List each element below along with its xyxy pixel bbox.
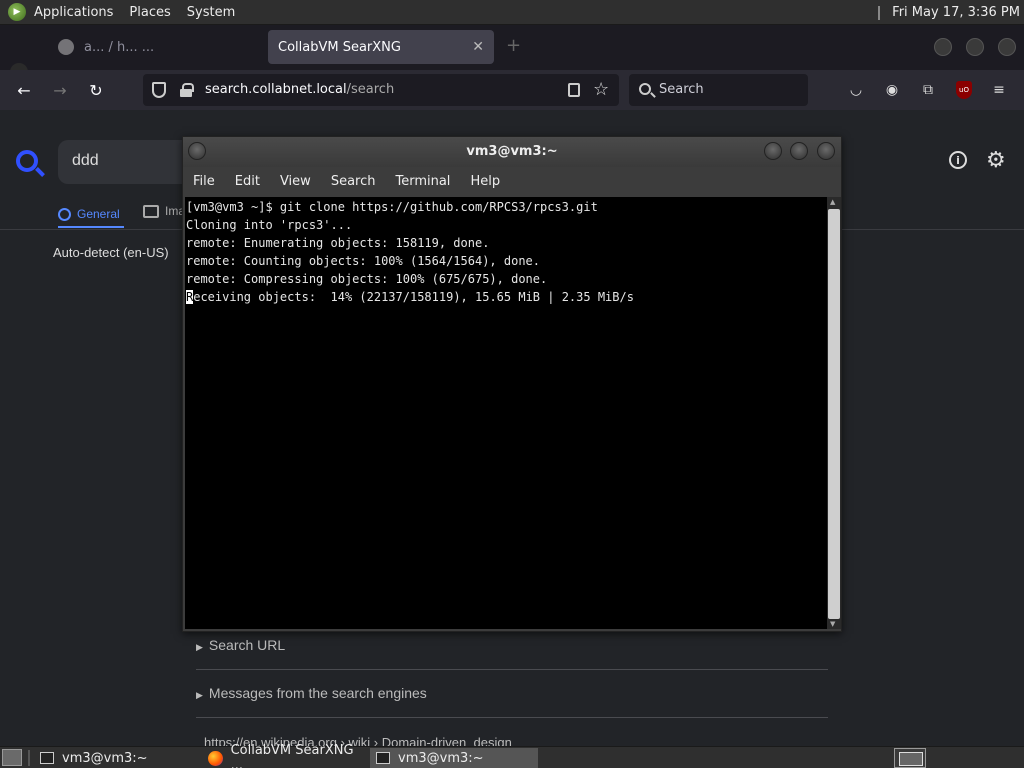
menu-help[interactable]: Help [460, 174, 510, 189]
url-bar[interactable]: search.collabnet.local/search ☆ [143, 74, 619, 106]
search-url-label: Search URL [208, 637, 286, 653]
terminal-line: Cloning into 'rpcs3'... [186, 218, 353, 232]
reader-view-icon[interactable] [568, 83, 580, 97]
tab-github[interactable]: a... / h... ... [48, 30, 258, 64]
scroll-up-arrow-icon[interactable]: ▲ [830, 198, 835, 206]
menu-view[interactable]: View [270, 174, 321, 189]
image-icon [143, 204, 159, 218]
menu-terminal[interactable]: Terminal [385, 174, 460, 189]
maximize-window-button[interactable] [966, 38, 984, 56]
engine-messages-label: Messages from the search engines [208, 685, 427, 701]
tab-searxng-title: CollabVM SearXNG [278, 39, 401, 55]
lock-icon[interactable] [180, 83, 194, 97]
terminal-line-current: Receiving objects: 14% (22137/158119), 1… [186, 288, 634, 306]
task-label: vm3@vm3:~ [398, 750, 484, 766]
terminal-icon [376, 752, 390, 764]
bookmark-star-icon[interactable]: ☆ [593, 79, 609, 100]
searxng-logo-icon[interactable] [16, 150, 38, 172]
close-tab-icon[interactable]: ✕ [472, 39, 484, 55]
applications-menu-label: Applications [34, 4, 114, 20]
terminal-maximize-button[interactable] [790, 142, 808, 160]
tab-general-label: General [77, 207, 120, 221]
terminal-output[interactable]: [vm3@vm3 ~]$ git clone https://github.co… [185, 197, 827, 629]
expand-triangle-icon: ▶ [196, 642, 203, 652]
task-firefox[interactable]: CollabVM SearXNG ... [202, 743, 366, 768]
terminal-line: remote: Enumerating objects: 158119, don… [186, 236, 490, 250]
task-terminal-2[interactable]: vm3@vm3:~ [370, 748, 538, 768]
pocket-icon[interactable]: ◡ [847, 81, 865, 99]
forward-arrow-icon[interactable]: → [49, 79, 71, 101]
info-icon[interactable]: i [949, 151, 967, 169]
minimize-window-button[interactable] [934, 38, 952, 56]
browser-tab-strip: a... / h... ... CollabVM SearXNG ✕ + [0, 25, 1024, 81]
task-label: CollabVM SearXNG ... [230, 743, 354, 768]
terminal-window[interactable]: vm3@vm3:~ File Edit View Search Terminal… [182, 136, 842, 632]
terminal-line-rest: eceiving objects: 14% (22137/158119), 15… [193, 290, 634, 304]
gear-icon[interactable]: ⚙ [986, 148, 1006, 173]
tab-general[interactable]: General [58, 202, 124, 228]
top-panel: ▶ Applications Places System Fri May 17,… [0, 0, 1024, 25]
close-window-button[interactable] [998, 38, 1016, 56]
language-selector[interactable]: Auto-detect (en-US) [53, 245, 169, 260]
clock-label: Fri May 17, 3:36 PM [892, 5, 1020, 20]
system-menu[interactable]: System [179, 0, 243, 25]
task-label: vm3@vm3:~ [62, 750, 148, 766]
search-url-section[interactable]: ▶ Search URL [196, 637, 828, 653]
extensions-icon[interactable]: ⧉ [919, 81, 937, 99]
search-icon [639, 83, 651, 95]
hamburger-menu-icon[interactable]: ≡ [990, 81, 1008, 99]
tab-github-title: a... / h... ... [84, 39, 155, 55]
new-tab-icon[interactable]: + [506, 35, 521, 56]
search-query-input[interactable]: ddd [58, 140, 198, 184]
search-placeholder: Search [659, 82, 704, 97]
account-icon[interactable]: ◉ [883, 81, 901, 99]
terminal-line: remote: Counting objects: 100% (1564/156… [186, 254, 541, 268]
url-path: /search [346, 82, 395, 97]
expand-triangle-icon: ▶ [196, 690, 203, 700]
tab-images[interactable]: Ima [143, 204, 185, 218]
workspace-switcher[interactable] [894, 748, 926, 768]
places-menu[interactable]: Places [121, 0, 178, 25]
terminal-menubar: File Edit View Search Terminal Help [183, 167, 841, 196]
terminal-line: [vm3@vm3 ~]$ git clone https://github.co… [186, 200, 598, 214]
bottom-taskbar: vm3@vm3:~ CollabVM SearXNG ... vm3@vm3:~ [0, 743, 1024, 768]
terminal-close-button[interactable] [817, 142, 835, 160]
applications-icon: ▶ [8, 3, 26, 21]
menu-search[interactable]: Search [321, 174, 386, 189]
terminal-scrollbar[interactable]: ▲ ▼ [827, 197, 841, 629]
scroll-down-arrow-icon[interactable]: ▼ [830, 620, 835, 628]
search-bar[interactable]: Search [629, 74, 808, 106]
menu-edit[interactable]: Edit [225, 174, 270, 189]
engine-messages-section[interactable]: ▶ Messages from the search engines [196, 685, 828, 701]
terminal-icon [40, 752, 54, 764]
general-search-icon [58, 207, 71, 221]
navigation-toolbar: ← → ↻ search.collabnet.local/search ☆ Se… [0, 70, 1024, 110]
url-host: search.collabnet.local [205, 82, 347, 97]
section-divider [196, 717, 828, 718]
clock[interactable]: Fri May 17, 3:36 PM [878, 0, 1024, 25]
tab-searxng[interactable]: CollabVM SearXNG ✕ [268, 30, 494, 64]
show-desktop-button[interactable] [2, 749, 22, 766]
github-icon [58, 39, 74, 55]
back-arrow-icon[interactable]: ← [13, 79, 35, 101]
panel-separator [878, 5, 881, 20]
menu-file[interactable]: File [183, 174, 225, 189]
task-terminal-1[interactable]: vm3@vm3:~ [34, 748, 198, 768]
scrollbar-thumb[interactable] [828, 209, 840, 619]
tracking-protection-shield-icon[interactable] [152, 82, 166, 98]
terminal-title: vm3@vm3:~ [466, 144, 558, 159]
taskbar-grip [28, 750, 30, 766]
terminal-line: remote: Compressing objects: 100% (675/6… [186, 272, 548, 286]
firefox-icon [208, 750, 223, 766]
url-text[interactable]: search.collabnet.local/search [205, 82, 394, 97]
reload-icon[interactable]: ↻ [85, 79, 107, 101]
section-divider [196, 669, 828, 670]
ublock-origin-icon[interactable]: uO [956, 81, 972, 99]
applications-menu[interactable]: ▶ Applications [0, 0, 121, 25]
terminal-minimize-button[interactable] [764, 142, 782, 160]
terminal-titlebar[interactable]: vm3@vm3:~ [183, 137, 841, 167]
